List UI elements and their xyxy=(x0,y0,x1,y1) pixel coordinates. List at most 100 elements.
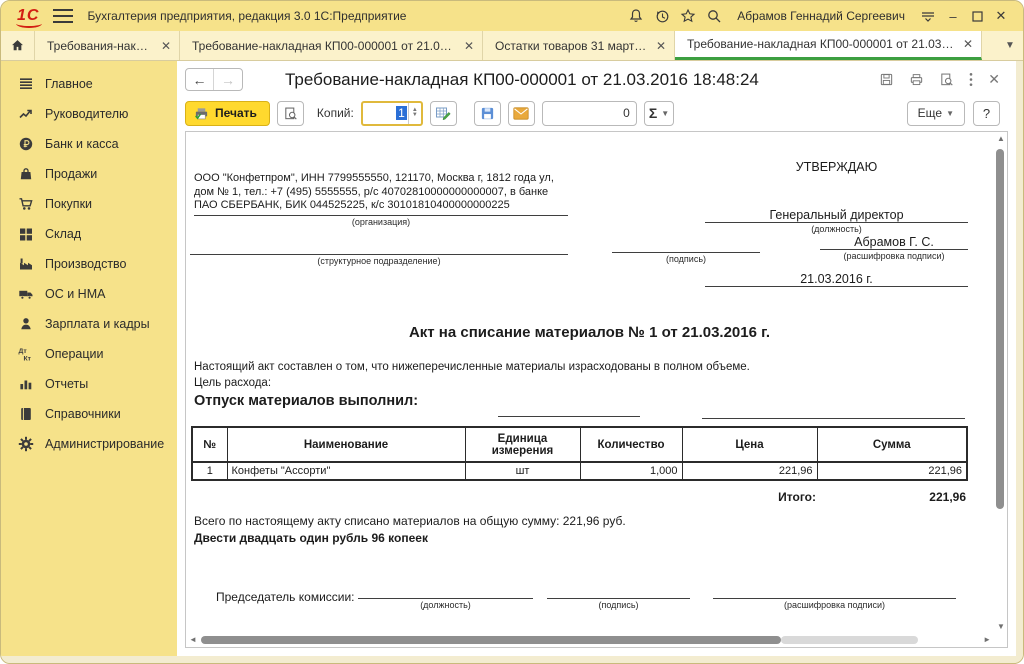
preview-icon xyxy=(283,106,298,121)
col-price: Цена xyxy=(682,427,817,462)
menu-icon xyxy=(18,76,34,92)
stepper-arrows[interactable]: ▲▼ xyxy=(408,103,421,124)
envelope-icon xyxy=(513,107,529,120)
chairman-signature-block: (подпись) xyxy=(547,584,690,610)
scroll-right-icon[interactable]: ► xyxy=(983,636,991,644)
spreadsheet-document: ООО "Конфетпром", ИНН 7799555550, 121170… xyxy=(185,131,1008,648)
print-button[interactable]: Печать xyxy=(185,101,270,126)
signature-block: (подпись) xyxy=(612,238,760,264)
act-paragraph: Настоящий акт составлен о том, что нижеп… xyxy=(194,361,750,373)
sidebar-item-operations[interactable]: ДтКт Операции xyxy=(1,339,177,369)
preview-button[interactable] xyxy=(277,101,304,126)
service-menu-icon[interactable] xyxy=(915,5,941,27)
chevron-down-icon: ▼ xyxy=(946,109,954,118)
sidebar-item-reports[interactable]: Отчеты xyxy=(1,369,177,399)
current-user[interactable]: Абрамов Геннадий Сергеевич xyxy=(737,9,905,23)
app-window: 1С Бухгалтерия предприятия, редакция 3.0… xyxy=(0,0,1024,664)
dtkt-icon: ДтКт xyxy=(18,346,34,362)
copies-value: 1 xyxy=(396,106,407,120)
send-email-button[interactable] xyxy=(508,101,535,126)
chairman-label: Председатель комиссии: xyxy=(216,590,355,604)
history-icon[interactable] xyxy=(649,5,675,27)
title-bar: 1С Бухгалтерия предприятия, редакция 3.0… xyxy=(1,1,1023,31)
performer-name-line xyxy=(702,418,965,419)
total-value: 221,96 xyxy=(816,490,966,504)
sidebar-item-purchases[interactable]: Покупки xyxy=(1,189,177,219)
name-caption: (расшифровка подписи) xyxy=(820,250,968,261)
sidebar-item-administration[interactable]: Администрирование xyxy=(1,429,177,459)
close-window-button[interactable]: ✕ xyxy=(989,5,1013,27)
sidebar-item-manager[interactable]: Руководителю xyxy=(1,99,177,129)
sidebar-item-payroll-hr[interactable]: Зарплата и кадры xyxy=(1,309,177,339)
tab-requirements-list[interactable]: Требования-накладные ✕ xyxy=(35,31,180,60)
tab-close-icon[interactable]: ✕ xyxy=(963,37,973,51)
maximize-button[interactable] xyxy=(965,5,989,27)
horizontal-scrollbar-thumb[interactable] xyxy=(201,636,781,644)
table-row: 1 Конфеты "Ассорти" шт 1,000 221,96 221,… xyxy=(192,462,967,480)
print-icon[interactable] xyxy=(909,72,924,87)
edit-table-button[interactable] xyxy=(430,101,457,126)
copies-stepper[interactable]: 1 ▲▼ xyxy=(361,101,423,126)
sidebar-item-sales[interactable]: Продажи xyxy=(1,159,177,189)
tabs-dropdown-icon[interactable]: ▼ xyxy=(997,31,1023,60)
tab-close-icon[interactable]: ✕ xyxy=(656,39,666,53)
form-header: ← → Требование-накладная КП00-000001 от … xyxy=(177,61,1016,95)
sidebar-item-production[interactable]: Производство xyxy=(1,249,177,279)
more-menu-icon[interactable] xyxy=(969,72,973,87)
tab-requirement-document[interactable]: Требование-накладная КП00-000001 от 21.0… xyxy=(180,31,483,60)
sidebar-item-warehouse[interactable]: Склад xyxy=(1,219,177,249)
tab-close-icon[interactable]: ✕ xyxy=(464,39,474,53)
summary-text: Всего по настоящему акту списано материа… xyxy=(194,514,626,528)
col-unit: Единица измерения xyxy=(465,427,580,462)
sidebar-item-fixed-assets[interactable]: ОС и НМА xyxy=(1,279,177,309)
tab-close-icon[interactable]: ✕ xyxy=(161,39,171,53)
col-name: Наименование xyxy=(227,427,465,462)
horizontal-scrollbar-track[interactable] xyxy=(781,636,918,644)
notifications-bell-icon[interactable] xyxy=(623,5,649,27)
sum-button[interactable]: Σ ▼ xyxy=(644,101,674,126)
sidebar-item-bank-cash[interactable]: Банк и касса xyxy=(1,129,177,159)
tab-requirement-print[interactable]: Требование-накладная КП00-000001 от 21.0… xyxy=(675,31,982,60)
close-form-icon[interactable]: ✕ xyxy=(988,71,1000,88)
preview-icon[interactable] xyxy=(939,72,954,87)
division-block: (структурное подразделение) xyxy=(190,240,568,266)
sidebar-item-references[interactable]: Справочники xyxy=(1,399,177,429)
approve-date: 21.03.2016 г. xyxy=(705,272,968,287)
scroll-down-icon[interactable]: ▼ xyxy=(997,623,1005,631)
tab-bar: Требования-накладные ✕ Требование-наклад… xyxy=(1,31,1023,61)
window-title: Бухгалтерия предприятия, редакция 3.0 1С… xyxy=(87,9,406,23)
vertical-scrollbar[interactable]: ▲ ▼ xyxy=(994,133,1006,633)
amount-in-words: Двести двадцать один рубль 96 копеек xyxy=(194,531,428,545)
position-value: Генеральный директор xyxy=(705,208,968,223)
save-icon[interactable] xyxy=(879,72,894,87)
vertical-scrollbar-thumb[interactable] xyxy=(996,149,1004,509)
more-button[interactable]: Еще ▼ xyxy=(907,101,965,126)
name-block: Абрамов Г. С. (расшифровка подписи) xyxy=(820,235,968,261)
materials-table: № Наименование Единица измерения Количес… xyxy=(191,426,968,481)
favorites-star-icon[interactable] xyxy=(675,5,701,27)
save-file-button[interactable] xyxy=(474,101,501,126)
home-icon xyxy=(10,38,25,53)
scroll-left-icon[interactable]: ◄ xyxy=(189,636,197,644)
scroll-up-icon[interactable]: ▲ xyxy=(997,135,1005,143)
warehouse-icon xyxy=(18,226,34,242)
tab-stock-report[interactable]: Остатки товаров 31 марта 2021 г. ✕ xyxy=(483,31,675,60)
help-button[interactable]: ? xyxy=(973,101,1000,126)
search-icon[interactable] xyxy=(701,5,727,27)
main-menu-icon[interactable] xyxy=(53,9,73,23)
position-block: Генеральный директор (должность) xyxy=(705,208,968,234)
performer-signature-line xyxy=(498,416,640,417)
diskette-icon xyxy=(480,106,495,121)
table-edit-icon xyxy=(435,105,451,121)
back-button[interactable]: ← xyxy=(186,69,214,90)
minimize-button[interactable]: – xyxy=(941,5,965,27)
sidebar-item-main[interactable]: Главное xyxy=(1,69,177,99)
factory-icon xyxy=(18,256,34,272)
home-tab[interactable] xyxy=(1,31,35,60)
gear-icon xyxy=(18,436,34,452)
1c-logo-icon: 1С xyxy=(17,7,39,25)
horizontal-scrollbar[interactable]: ◄ ► xyxy=(187,634,993,646)
total-label: Итого: xyxy=(778,490,816,504)
page-number-field[interactable]: 0 xyxy=(542,101,637,126)
col-number: № xyxy=(192,427,227,462)
